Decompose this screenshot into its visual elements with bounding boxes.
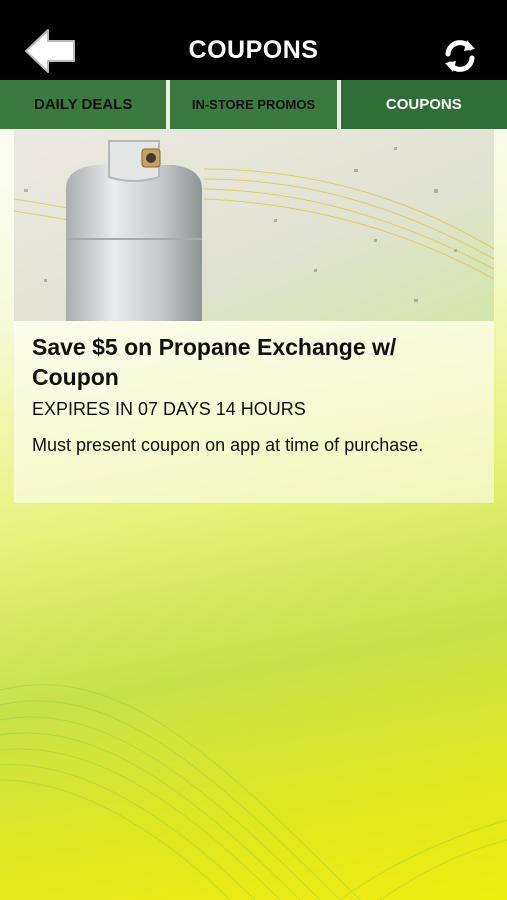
back-arrow-icon[interactable] [22,26,78,76]
coupon-title: Save $5 on Propane Exchange w/ Coupon [32,334,397,390]
tab-coupons[interactable]: COUPONS [340,80,507,129]
propane-tank-image [14,129,494,321]
coupon-expiry: EXPIRES IN 07 DAYS 14 HOURS [32,399,306,419]
refresh-icon[interactable] [440,36,480,76]
coupon-card[interactable]: Save $5 on Propane Exchange w/ Coupon EX… [14,129,494,503]
tab-in-store-promos[interactable]: IN-STORE PROMOS [170,80,341,129]
coupon-description: Must present coupon on app at time of pu… [32,435,424,455]
top-bar: COUPONS [0,0,507,80]
tab-bar: DAILY DEALS IN-STORE PROMOS COUPONS [0,80,507,129]
tab-daily-deals[interactable]: DAILY DEALS [0,80,171,129]
